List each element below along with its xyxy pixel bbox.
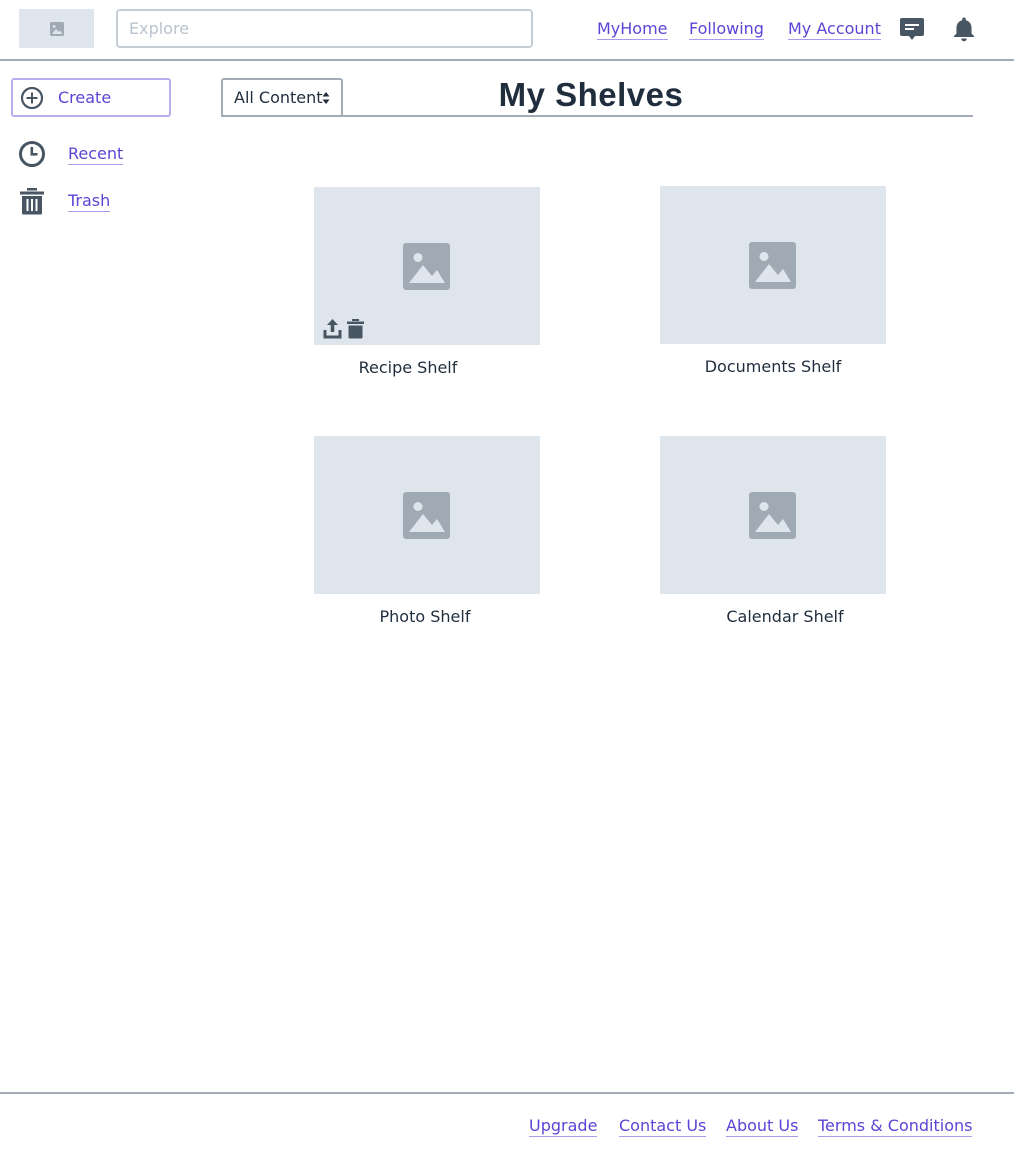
image-icon bbox=[749, 242, 796, 289]
shelf-card[interactable]: Photo Shelf bbox=[314, 436, 540, 626]
image-icon bbox=[49, 21, 64, 36]
image-icon bbox=[403, 492, 450, 539]
bell-icon[interactable] bbox=[951, 16, 977, 42]
image-icon bbox=[749, 492, 796, 539]
shelf-thumbnail[interactable] bbox=[314, 436, 540, 594]
filter-value: All Content bbox=[234, 88, 323, 107]
share-icon[interactable] bbox=[322, 318, 343, 339]
content-filter-select[interactable]: All Content bbox=[221, 78, 343, 117]
create-label: Create bbox=[58, 88, 112, 107]
shelf-name: Calendar Shelf bbox=[726, 607, 844, 626]
sidebar-item-recent[interactable]: Recent bbox=[18, 139, 124, 169]
top-header: MyHome Following My Account bbox=[0, 0, 1014, 61]
shelf-card[interactable]: Recipe Shelf bbox=[314, 187, 540, 377]
shelf-card[interactable]: Calendar Shelf bbox=[660, 436, 886, 626]
footer-divider bbox=[0, 1092, 1014, 1094]
footer-link-terms[interactable]: Terms & Conditions bbox=[818, 1116, 973, 1137]
nav-my-account[interactable]: My Account bbox=[788, 19, 881, 40]
sidebar-item-label[interactable]: Trash bbox=[68, 191, 111, 212]
clock-icon bbox=[19, 141, 45, 167]
chat-icon[interactable] bbox=[899, 16, 925, 42]
shelf-name: Recipe Shelf bbox=[358, 358, 458, 377]
sort-caret-icon bbox=[322, 92, 330, 104]
shelf-thumbnail[interactable] bbox=[314, 187, 540, 345]
nav-following[interactable]: Following bbox=[689, 19, 764, 40]
footer-link-upgrade[interactable]: Upgrade bbox=[529, 1116, 598, 1137]
create-button[interactable]: Create bbox=[11, 78, 171, 117]
page-title: My Shelves bbox=[498, 76, 684, 113]
logo[interactable] bbox=[19, 9, 94, 48]
shelf-card[interactable]: Documents Shelf bbox=[660, 186, 886, 376]
plus-circle-icon bbox=[20, 86, 44, 109]
footer-link-contact-us[interactable]: Contact Us bbox=[619, 1116, 707, 1137]
nav-myhome[interactable]: MyHome bbox=[597, 19, 668, 40]
sidebar-item-trash[interactable]: Trash bbox=[18, 186, 111, 216]
search-input[interactable] bbox=[116, 9, 533, 48]
trash-icon bbox=[20, 188, 44, 215]
footer-link-about-us[interactable]: About Us bbox=[726, 1116, 799, 1137]
title-divider bbox=[221, 115, 973, 117]
shelf-name: Documents Shelf bbox=[704, 357, 842, 376]
image-icon bbox=[403, 243, 450, 290]
shelf-thumbnail[interactable] bbox=[660, 436, 886, 594]
shelf-name: Photo Shelf bbox=[379, 607, 471, 626]
shelf-actions bbox=[322, 318, 366, 339]
sidebar-item-label[interactable]: Recent bbox=[68, 144, 124, 165]
delete-icon[interactable] bbox=[345, 318, 366, 339]
shelf-thumbnail[interactable] bbox=[660, 186, 886, 344]
